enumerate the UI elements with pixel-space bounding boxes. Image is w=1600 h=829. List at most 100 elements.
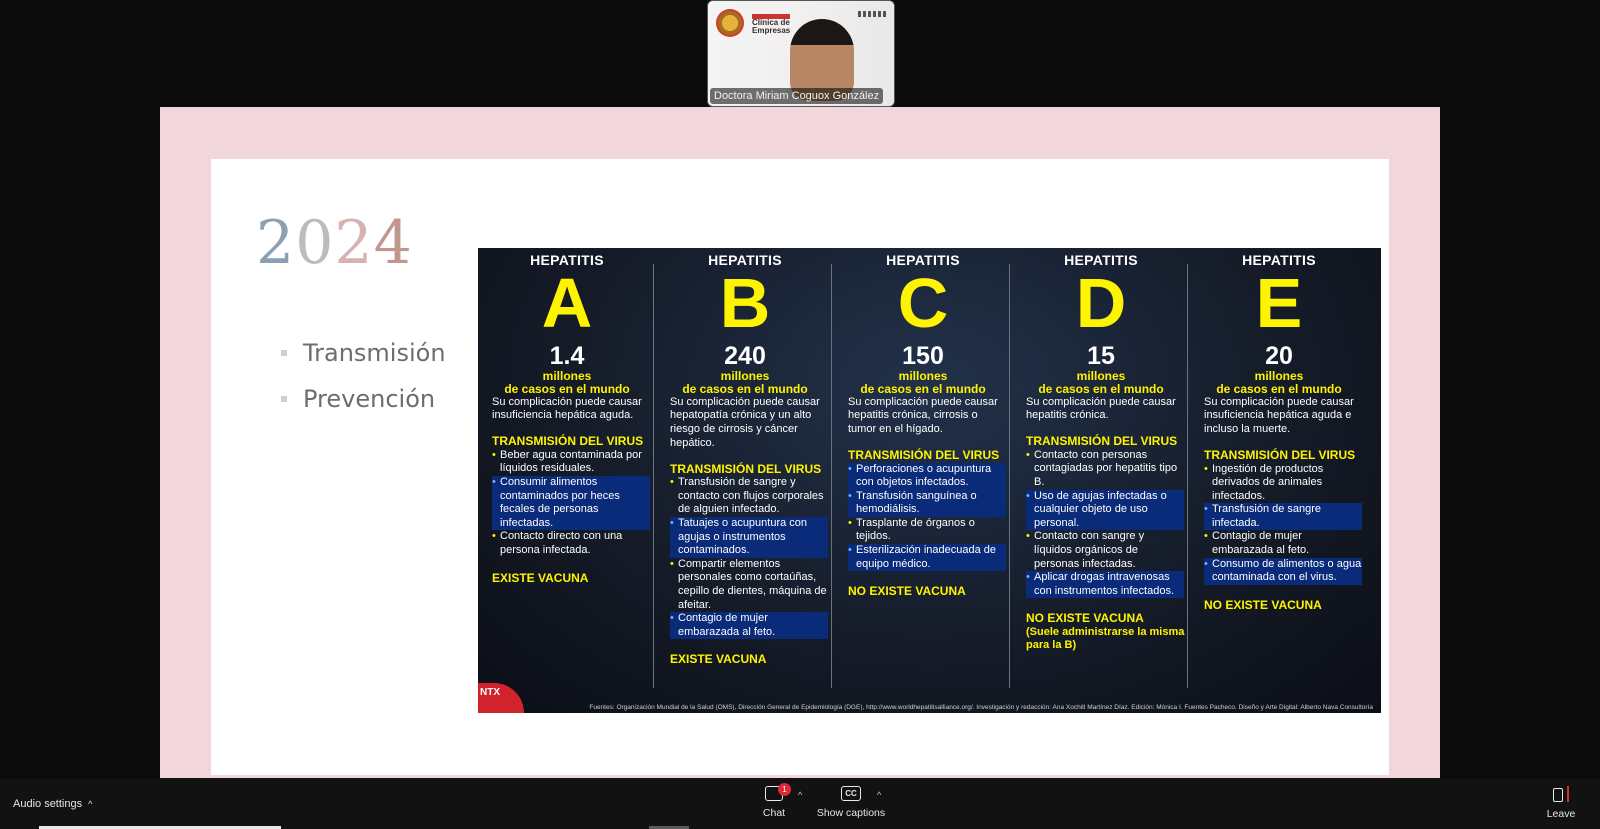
sources-footer: Fuentes: Organización Mundial de la Salu… [589, 704, 1373, 711]
leave-label: Leave [1546, 808, 1576, 820]
audio-settings-label: Audio settings [13, 798, 83, 810]
transmission-list: Perforaciones o acupuntura con objetos i… [834, 462, 1012, 572]
transmission-item: Contagio de mujer embarazada al feto. [670, 612, 828, 640]
hepatitis-column: HEPATITIS A 1.4 millones de casos en el mund… [478, 248, 656, 688]
bullet-square-icon [281, 350, 287, 356]
slide-bullets: Transmisión Prevención [281, 339, 446, 431]
transmission-item: Tatuajes o acupuntura con agujas o instr… [670, 517, 828, 558]
leave-button[interactable]: Leave [1543, 786, 1579, 820]
meeting-stage: Clínica de Empresas Doctora Miriam Coguo… [0, 0, 1600, 779]
case-caption: de casos en el mundo [1216, 381, 1342, 396]
transmission-title: TRANSMISIÓN DEL VIRUS [670, 461, 822, 476]
case-unit: millones [1254, 368, 1304, 383]
transmission-item: Transfusión de sangre infectada. [1204, 503, 1362, 531]
hepatitis-infographic: HEPATITIS E 20 millones de casos en el mundo… [478, 248, 1381, 713]
chat-button[interactable]: 1 Chat [756, 783, 792, 819]
complication-text: Su complicación puede causar hepatitis c… [848, 395, 998, 436]
slide-year: 2024 [256, 211, 413, 275]
case-count: 20 [1265, 341, 1293, 370]
transmission-item: Transfusión de sangre y contacto con flu… [670, 476, 828, 517]
vaccine-status: NO EXISTE VACUNA [848, 584, 966, 599]
case-count: 150 [902, 341, 944, 370]
chevron-up-icon[interactable]: ^ [88, 799, 92, 809]
case-unit: millones [720, 368, 770, 383]
transmission-item: Beber agua contaminada por líquidos resi… [492, 449, 650, 476]
hepatitis-column: HEPATITIS C 150 millones de casos en el mund… [831, 248, 1012, 688]
transmission-item: Contacto con personas contagiadas por he… [1026, 449, 1184, 490]
transmission-item: Contacto directo con una persona infecta… [492, 530, 650, 557]
transmission-item: Uso de agujas infectadas o cualquier obj… [1026, 489, 1184, 531]
transmission-item: Consumo de alimentos o agua contaminada … [1204, 557, 1362, 585]
transmission-item: Compartir elementos personales como cort… [670, 558, 828, 612]
transmission-item: Perforaciones o acupuntura con objetos i… [848, 462, 1006, 490]
hepatitis-column: HEPATITIS E 20 millones de casos en el mundo… [1187, 248, 1368, 688]
vaccine-note: (Suele administrarse la misma para la B) [1026, 626, 1185, 652]
case-count: 240 [724, 341, 766, 370]
complication-text: Su complicación puede causar hepatopatía… [670, 395, 820, 449]
hepatitis-column: HEPATITIS D 15 millones de casos en el mundo… [1009, 248, 1190, 688]
transmission-list: Contacto con personas contagiadas por he… [1012, 449, 1190, 599]
partner-logo-icon [858, 11, 886, 17]
year-digit: 2 [334, 208, 374, 278]
case-caption: de casos en el mundo [860, 381, 986, 396]
transmission-item: Transfusión sanguínea o hemodiálisis. [848, 489, 1006, 517]
vaccine-status: NO EXISTE VACUNA [1026, 611, 1144, 626]
transmission-list: Transfusión de sangre y contacto con flu… [656, 476, 834, 640]
hepatitis-letter: C [897, 263, 949, 342]
slide-card: 2024 Transmisión Prevención HEPATITIS E 20… [211, 159, 1389, 778]
case-count: 15 [1087, 341, 1115, 370]
hepatitis-column: HEPATITIS B 240 millones de casos en el mund… [653, 248, 834, 688]
complication-text: Su complicación puede causar hepatitis c… [1026, 395, 1176, 422]
hepatitis-letter: E [1255, 263, 1303, 342]
shared-slide: 2024 Transmisión Prevención HEPATITIS E 20… [160, 107, 1440, 778]
year-digit: 2 [256, 208, 296, 278]
hepatitis-letter: A [541, 263, 593, 342]
speaker-video-tile[interactable]: Clínica de Empresas Doctora Miriam Coguo… [707, 0, 895, 107]
bullet-text: Prevención [303, 385, 436, 413]
speaker-name: Doctora Miriam Coguox González [710, 88, 884, 104]
year-digit: 4 [373, 208, 413, 278]
hepatitis-letter: B [719, 263, 771, 342]
transmission-title: TRANSMISIÓN DEL VIRUS [1026, 434, 1178, 449]
meeting-toolbar: Audio settings ^ 1 Chat ^ CC Show caption… [0, 778, 1600, 829]
chevron-up-icon[interactable]: ^ [877, 790, 881, 800]
case-unit: millones [1076, 368, 1126, 383]
complication-text: Su complicación puede causar insuficienc… [1204, 395, 1354, 436]
transmission-list: Beber agua contaminada por líquidos resi… [478, 449, 656, 558]
transmission-item: Aplicar drogas intravenosas con instrume… [1026, 571, 1184, 599]
year-digit: 0 [295, 208, 335, 278]
transmission-item: Trasplante de órganos o tejidos. [848, 517, 1006, 544]
audio-settings-button[interactable]: Audio settings ^ [13, 798, 92, 810]
clinic-logo-icon [716, 9, 744, 37]
case-count: 1.4 [549, 341, 585, 370]
chat-label: Chat [762, 807, 786, 819]
vaccine-status: EXISTE VACUNA [670, 652, 767, 667]
bullet-square-icon [281, 396, 287, 402]
complication-text: Su complicación puede causar insuficienc… [492, 395, 642, 422]
bullet-text: Transmisión [303, 339, 446, 367]
transmission-item: Ingestión de productos derivados de anim… [1204, 463, 1362, 504]
chevron-up-icon[interactable]: ^ [798, 790, 802, 800]
leave-icon [1553, 786, 1569, 802]
case-unit: millones [898, 368, 948, 383]
transmission-item: Contagio de mujer embarazada al feto. [1204, 530, 1362, 557]
case-caption: de casos en el mundo [504, 381, 630, 396]
captions-icon: CC [841, 786, 861, 801]
case-unit: millones [542, 368, 592, 383]
transmission-title: TRANSMISIÓN DEL VIRUS [492, 434, 644, 449]
bullet-item: Transmisión [281, 339, 446, 367]
transmission-item: Contacto con sangre y líquidos orgánicos… [1026, 530, 1184, 571]
chat-badge: 1 [778, 783, 791, 796]
transmission-title: TRANSMISIÓN DEL VIRUS [848, 447, 1000, 462]
vaccine-status: EXISTE VACUNA [492, 570, 589, 585]
transmission-title: TRANSMISIÓN DEL VIRUS [1204, 447, 1356, 462]
hepatitis-letter: D [1075, 263, 1127, 342]
transmission-item: Esterilización inadecuada de equipo médi… [848, 544, 1006, 572]
captions-label: Show captions [816, 807, 886, 819]
transmission-item: Consumir alimentos contaminados por hece… [492, 476, 650, 531]
case-caption: de casos en el mundo [682, 381, 808, 396]
vaccine-status: NO EXISTE VACUNA [1204, 597, 1322, 612]
transmission-list: Ingestión de productos derivados de anim… [1190, 463, 1368, 585]
bullet-item: Prevención [281, 385, 446, 413]
case-caption: de casos en el mundo [1038, 381, 1164, 396]
